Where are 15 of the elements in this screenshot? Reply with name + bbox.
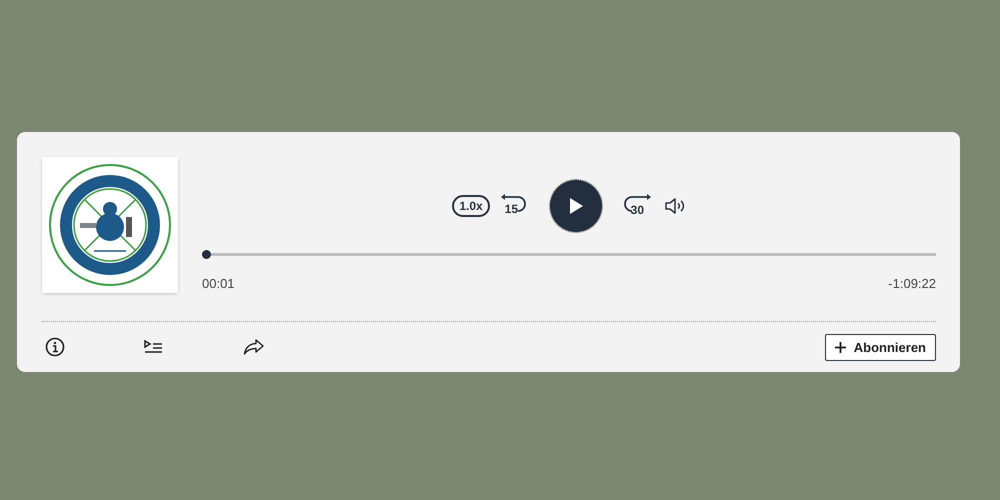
subscribe-button[interactable]: Abonnieren — [824, 334, 936, 361]
skip-forward-button[interactable]: 30 — [622, 192, 652, 218]
skip-back-button[interactable]: 15 — [500, 192, 530, 218]
share-icon[interactable] — [243, 338, 265, 356]
info-icon[interactable] — [45, 337, 65, 358]
playlist-icon[interactable] — [144, 339, 163, 356]
speed-button[interactable]: 1.0x — [452, 194, 490, 216]
volume-icon[interactable] — [664, 196, 686, 216]
play-button[interactable] — [550, 180, 602, 232]
plus-icon — [834, 342, 846, 353]
elapsed-time: 00:01 — [202, 275, 235, 293]
progress-thumb[interactable] — [202, 250, 211, 259]
progress-track[interactable] — [202, 250, 936, 259]
remaining-time: -1:09:22 — [888, 275, 936, 293]
play-icon — [568, 196, 584, 214]
